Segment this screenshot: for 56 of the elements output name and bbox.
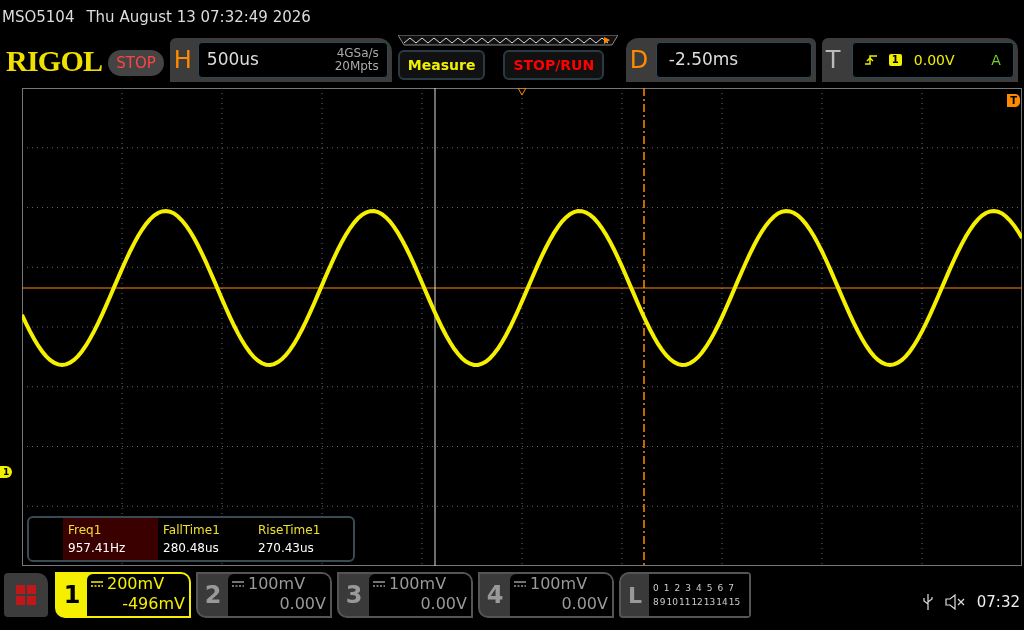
measurement-value: 957.41Hz [68, 540, 127, 557]
rising-edge-icon [864, 54, 877, 66]
menu-button[interactable] [4, 573, 48, 617]
clock-time: 07:32 [976, 591, 1020, 613]
date-time: Thu August 13 07:32:49 2026 [86, 6, 311, 28]
dc-coupling-icon [514, 581, 526, 587]
sample-rate: 4GSa/s [336, 47, 379, 60]
measurement-item[interactable]: RiseTime1 270.43us [253, 518, 348, 560]
run-status: STOP [108, 49, 164, 76]
trigger-panel[interactable]: T 1 0.00V A [821, 38, 1018, 82]
logic-button[interactable]: L 0 1 2 3 4 5 6 7 8 9 10 11 12 13 14 15 [619, 572, 751, 618]
brand-logo: RIGOL [6, 46, 103, 76]
measurement-label: FallTime1 [163, 522, 221, 539]
dc-coupling-icon [232, 581, 244, 587]
measurement-item[interactable]: Freq1 957.41Hz [63, 518, 158, 560]
model-name: MSO5104 [2, 6, 75, 28]
trigger-mode: A [991, 50, 1001, 70]
logic-bits: 8 9 10 11 12 13 14 15 [653, 596, 742, 609]
channel-scale: 100mV [248, 574, 306, 594]
speaker-muted-icon [944, 594, 965, 610]
delay-label: D [629, 45, 650, 76]
channel-button[interactable]: 4 100mV 0.00V [478, 572, 614, 618]
timebase-value: 500us [206, 48, 259, 72]
channel-marker: 1 [0, 466, 13, 478]
trigger-label: T [825, 45, 842, 76]
channel-scale: 100mV [530, 574, 588, 594]
channel-button[interactable]: 3 100mV 0.00V [337, 572, 473, 618]
channel-button[interactable]: 1 200mV -496mV [55, 572, 191, 618]
delay-value: -2.50ms [668, 48, 739, 72]
trigger-marker: T [1007, 94, 1020, 107]
channel-scale: 100mV [389, 574, 447, 594]
channel-scale: 200mV [107, 574, 165, 594]
measurement-label: Freq1 [68, 522, 103, 539]
measurement-label: RiseTime1 [258, 522, 322, 539]
stop-run-button[interactable]: STOP/RUN [503, 50, 605, 80]
channel-offset: 0.00V [420, 594, 467, 614]
memory-depth: 20Mpts [334, 60, 379, 73]
measurement-value: 280.48us [163, 540, 220, 557]
dc-coupling-icon [91, 581, 103, 587]
channel-offset: 0.00V [561, 594, 608, 614]
measurement-value: 270.43us [258, 540, 315, 557]
measurement-item[interactable]: FallTime1 280.48us [158, 518, 253, 560]
dc-coupling-icon [373, 581, 385, 587]
logic-bits: 0 1 2 3 4 5 6 7 [653, 582, 735, 595]
horizontal-label: H [173, 45, 193, 76]
channel-offset: -496mV [122, 594, 185, 614]
usb-icon [922, 594, 933, 610]
horizontal-panel[interactable]: H 500us 4GSa/s 20Mpts [169, 38, 392, 82]
delay-panel[interactable]: D -2.50ms [625, 38, 816, 82]
trigger-level: 0.00V [913, 50, 955, 70]
trigger-position-icon [517, 88, 527, 96]
measure-button[interactable]: Measure [397, 50, 486, 80]
channel-offset: 0.00V [279, 594, 326, 614]
grid-menu-icon [16, 585, 36, 605]
trigger-source: 1 [888, 54, 902, 66]
channel-button[interactable]: 2 100mV 0.00V [196, 572, 332, 618]
